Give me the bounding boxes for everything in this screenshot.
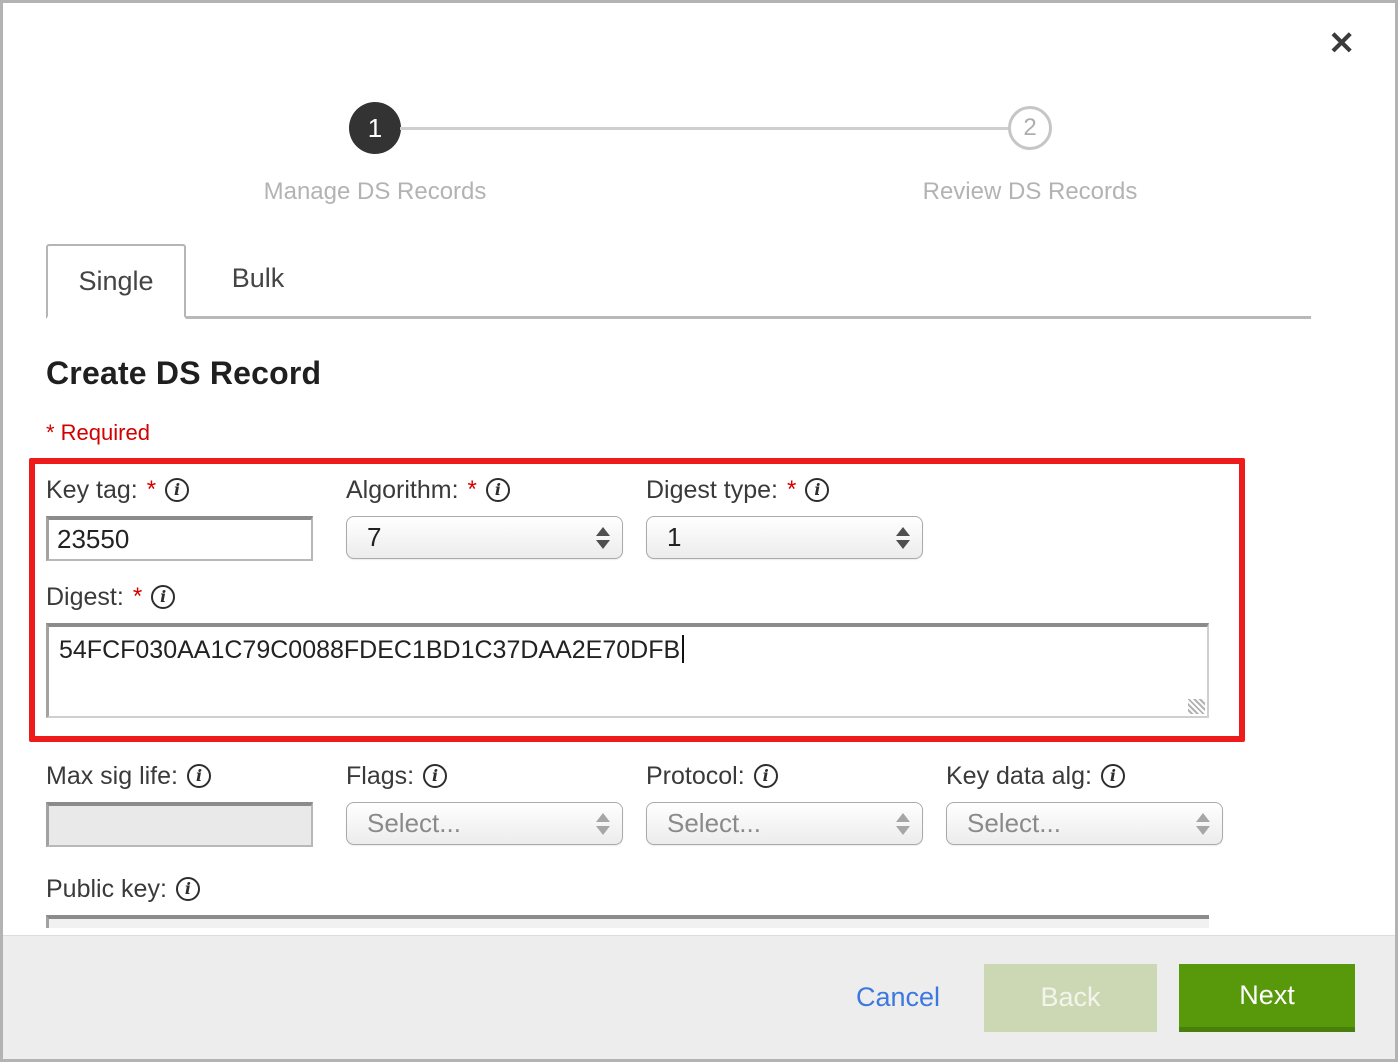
algorithm-selected-value: 7 — [367, 522, 596, 553]
required-note: * Required — [46, 420, 1395, 446]
modal-footer: Cancel Back Next — [3, 935, 1395, 1059]
public-key-field: Public key: i — [46, 873, 1395, 928]
required-asterisk: * — [468, 476, 477, 504]
flags-label: Flags: — [346, 762, 414, 791]
protocol-select[interactable]: Select... — [646, 802, 923, 845]
digest-textarea[interactable]: 54FCF030AA1C79C0088FDEC1BD1C37DAA2E70DFB — [46, 623, 1209, 718]
select-arrows-icon — [896, 527, 910, 549]
next-button[interactable]: Next — [1179, 964, 1355, 1032]
required-asterisk: * — [133, 583, 142, 611]
protocol-field: Protocol: i Select... — [646, 760, 946, 847]
stepper-connector-line — [400, 127, 1009, 130]
text-cursor — [682, 635, 684, 663]
tab-bar: Single Bulk — [46, 241, 1311, 319]
close-icon[interactable]: ✕ — [1328, 27, 1355, 59]
info-icon[interactable]: i — [187, 764, 211, 788]
info-icon[interactable]: i — [805, 478, 829, 502]
info-icon[interactable]: i — [165, 478, 189, 502]
required-asterisk: * — [147, 476, 156, 504]
step-2-indicator: 2 — [1008, 106, 1052, 150]
public-key-label: Public key: — [46, 875, 167, 904]
key-data-alg-selected-value: Select... — [967, 808, 1196, 839]
key-tag-field: Key tag: * i — [46, 474, 346, 561]
max-sig-life-label: Max sig life: — [46, 762, 178, 791]
stepper: 1 2 Manage DS Records Review DS Records — [3, 102, 1395, 206]
back-button[interactable]: Back — [984, 964, 1157, 1032]
key-tag-input[interactable] — [46, 516, 313, 561]
key-data-alg-field: Key data alg: i Select... — [946, 760, 1246, 847]
resize-grip-icon[interactable] — [1188, 699, 1205, 714]
digest-type-field: Digest type: * i 1 — [646, 474, 946, 561]
tab-bulk[interactable]: Bulk — [186, 241, 330, 316]
step-1-indicator: 1 — [349, 102, 401, 154]
info-icon[interactable]: i — [151, 585, 175, 609]
cancel-button[interactable]: Cancel — [856, 982, 940, 1013]
key-tag-label: Key tag: — [46, 476, 138, 505]
algorithm-label: Algorithm: — [346, 476, 459, 505]
key-data-alg-label: Key data alg: — [946, 762, 1092, 791]
digest-type-select[interactable]: 1 — [646, 516, 923, 559]
info-icon[interactable]: i — [1101, 764, 1125, 788]
step-1-label: Manage DS Records — [225, 178, 525, 206]
protocol-selected-value: Select... — [667, 808, 896, 839]
required-asterisk: * — [787, 476, 796, 504]
select-arrows-icon — [896, 813, 910, 835]
algorithm-field: Algorithm: * i 7 — [346, 474, 646, 561]
digest-field: Digest: * i 54FCF030AA1C79C0088FDEC1BD1C… — [46, 581, 1239, 718]
select-arrows-icon — [596, 813, 610, 835]
digest-type-selected-value: 1 — [667, 522, 896, 553]
max-sig-life-input[interactable] — [46, 802, 313, 847]
create-ds-record-modal: ✕ 1 2 Manage DS Records Review DS Record… — [0, 0, 1398, 1062]
flags-field: Flags: i Select... — [346, 760, 646, 847]
algorithm-select[interactable]: 7 — [346, 516, 623, 559]
max-sig-life-field: Max sig life: i — [46, 760, 346, 847]
form-row-2: Max sig life: i Flags: i Select... Proto… — [46, 760, 1395, 847]
select-arrows-icon — [1196, 813, 1210, 835]
digest-type-label: Digest type: — [646, 476, 778, 505]
tab-single[interactable]: Single — [46, 244, 186, 319]
info-icon[interactable]: i — [423, 764, 447, 788]
step-2-label: Review DS Records — [880, 178, 1180, 206]
form-row-1: Key tag: * i Algorithm: * i 7 — [46, 474, 1239, 561]
key-data-alg-select[interactable]: Select... — [946, 802, 1223, 845]
flags-selected-value: Select... — [367, 808, 596, 839]
info-icon[interactable]: i — [486, 478, 510, 502]
page-title: Create DS Record — [46, 355, 1395, 392]
info-icon[interactable]: i — [754, 764, 778, 788]
info-icon[interactable]: i — [176, 877, 200, 901]
highlight-annotation-box: Key tag: * i Algorithm: * i 7 — [29, 458, 1245, 742]
flags-select[interactable]: Select... — [346, 802, 623, 845]
digest-label: Digest: — [46, 583, 124, 612]
protocol-label: Protocol: — [646, 762, 745, 791]
public-key-textarea[interactable] — [46, 915, 1209, 928]
digest-value: 54FCF030AA1C79C0088FDEC1BD1C37DAA2E70DFB — [59, 636, 680, 664]
select-arrows-icon — [596, 527, 610, 549]
